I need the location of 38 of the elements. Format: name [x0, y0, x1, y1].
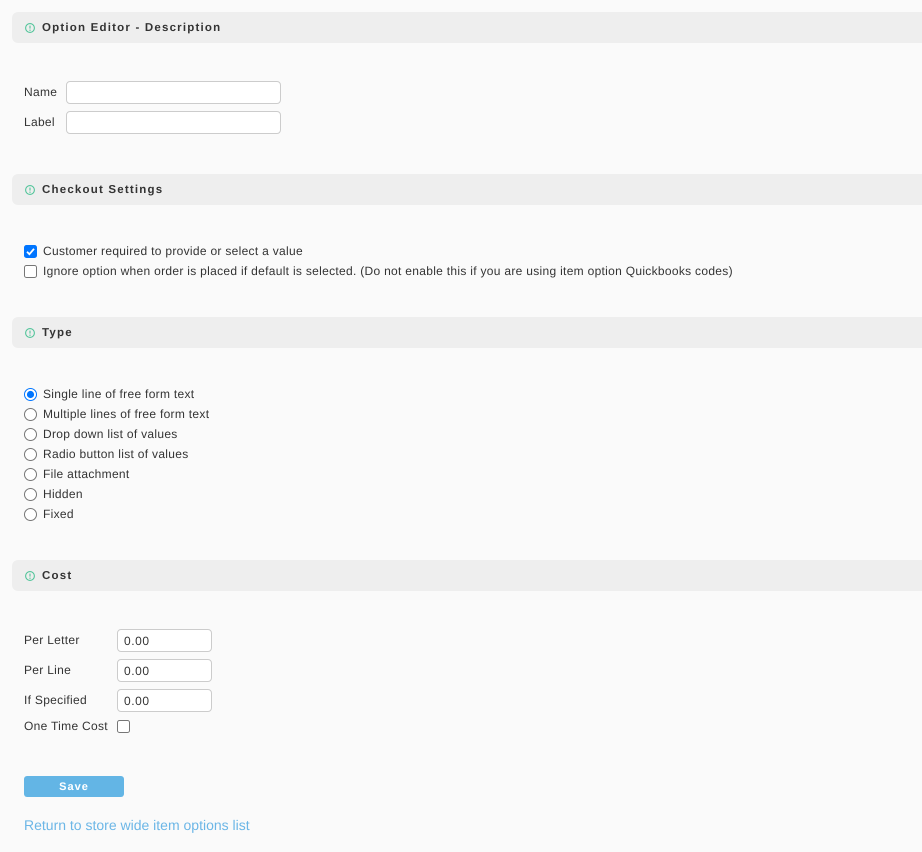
exclamation-circle-icon [25, 22, 35, 32]
exclamation-circle-icon [25, 328, 35, 338]
section-title: Option Editor - Description [42, 22, 222, 34]
radio-button[interactable] [24, 468, 37, 480]
radio-button[interactable] [24, 508, 37, 520]
radio-label: Single line of free form text [43, 387, 194, 401]
checkbox-label: Ignore option when order is placed if default is selected. (Do not enable this if you are using item option Quickbooks codes) [43, 264, 733, 278]
radio-button[interactable] [24, 428, 37, 440]
checkbox[interactable] [24, 244, 37, 258]
field-label: Label [24, 114, 56, 131]
section-title: Cost [42, 570, 72, 582]
field-label: Name [24, 84, 58, 101]
radio-button[interactable] [24, 488, 37, 500]
radio-button[interactable] [24, 448, 37, 460]
exclamation-circle-icon [25, 570, 35, 580]
text-field[interactable]: 0.00 [116, 689, 212, 712]
radio-label: Hidden [43, 487, 83, 501]
radio-label: Radio button list of values [43, 447, 189, 461]
text-field[interactable]: 0.00 [116, 629, 212, 652]
radio-button[interactable] [24, 388, 37, 400]
radio-label: File attachment [43, 467, 130, 481]
field-label: If Specified [24, 692, 88, 709]
text-field[interactable] [66, 111, 282, 134]
exclamation-circle-icon [25, 184, 35, 194]
text-field[interactable] [66, 81, 282, 104]
checkbox-label: Customer required to provide or select a value [43, 244, 303, 258]
field-label: Per Line [24, 662, 72, 679]
checkbox[interactable] [116, 720, 130, 732]
section-title: Type [42, 326, 73, 338]
field-label: One Time Cost [24, 719, 108, 733]
section-title: Checkout Settings [42, 184, 164, 196]
radio-label: Fixed [43, 507, 74, 521]
text-field[interactable]: 0.00 [116, 659, 212, 682]
radio-label: Drop down list of values [43, 427, 178, 441]
checkbox[interactable] [24, 264, 37, 278]
radio-button[interactable] [24, 408, 37, 420]
radio-label: Multiple lines of free form text [43, 407, 210, 421]
field-label: Per Letter [24, 632, 81, 649]
